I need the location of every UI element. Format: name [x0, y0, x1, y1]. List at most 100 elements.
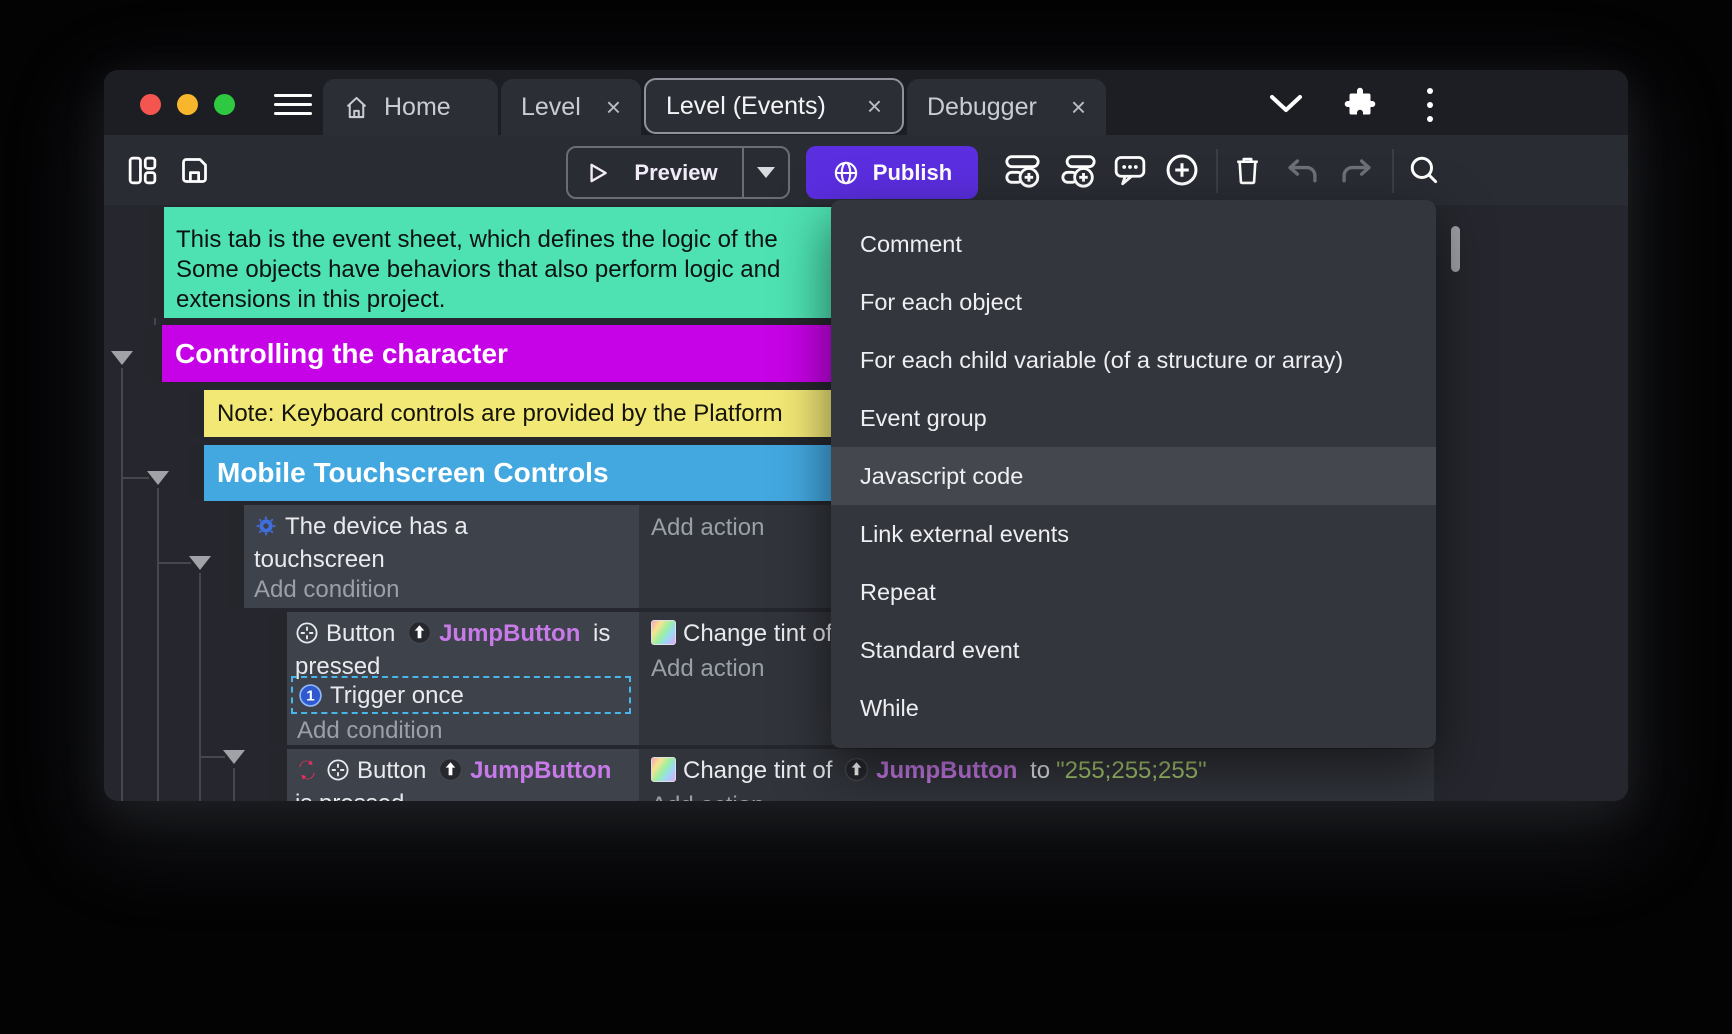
tree-line — [199, 573, 201, 801]
search-icon[interactable] — [1407, 153, 1441, 187]
action-label: Change tint of — [683, 757, 832, 784]
close-icon[interactable]: × — [606, 94, 621, 120]
group-title: Controlling the character — [175, 338, 508, 370]
context-menu: Comment For each object For each child v… — [831, 200, 1436, 748]
tree-line — [157, 562, 191, 564]
menu-item-for-each-child-variable[interactable]: For each child variable (of a structure … — [831, 331, 1436, 389]
condition-cell-jumpbutton-pressed-inverted[interactable]: Button JumpButton is pressed — [287, 749, 639, 801]
add-action-link[interactable]: Add action — [651, 789, 764, 801]
jumpbutton-sprite-icon — [844, 757, 869, 782]
addons-puzzle-icon[interactable] — [1342, 86, 1378, 122]
object-name: JumpButton — [439, 620, 580, 647]
gamepad-icon — [326, 758, 350, 782]
object-name: JumpButton — [470, 757, 611, 784]
delete-trash-icon[interactable] — [1231, 153, 1264, 187]
tab-label: Level (Events) — [666, 92, 826, 121]
traffic-minimize-button[interactable] — [177, 94, 198, 115]
redo-icon[interactable] — [1339, 155, 1374, 186]
home-icon — [343, 94, 370, 121]
tab-label: Debugger — [927, 93, 1037, 122]
vertical-scrollbar[interactable] — [1451, 226, 1460, 272]
preview-button[interactable]: Preview — [566, 146, 790, 199]
globe-icon — [832, 159, 860, 187]
publish-label: Publish — [873, 160, 952, 186]
add-action-link[interactable]: Add action — [651, 511, 764, 544]
app-window: Home Level × Level (Events) × Debugger ×… — [104, 70, 1628, 801]
menu-item-while[interactable]: While — [831, 679, 1436, 737]
add-subevent-icon[interactable] — [1060, 151, 1097, 188]
divider — [1216, 149, 1218, 193]
play-icon — [584, 160, 610, 186]
block-handle[interactable] — [228, 505, 244, 608]
collapse-arrow-icon[interactable] — [189, 556, 211, 570]
save-icon[interactable] — [178, 154, 211, 187]
add-comment-icon[interactable] — [1112, 152, 1148, 188]
action-cell[interactable]: Change tint of JumpButton to"255;255;255… — [639, 749, 1434, 801]
block-handle[interactable] — [187, 445, 203, 501]
caret-down-icon — [757, 167, 775, 178]
collapse-arrow-icon[interactable] — [147, 471, 169, 485]
condition-text[interactable]: Button JumpButton is pressed — [295, 617, 627, 683]
condition-cell-touchscreen[interactable]: The device has a touchscreen Add conditi… — [244, 505, 639, 608]
chevron-down-icon[interactable] — [1268, 93, 1304, 115]
add-action-link[interactable]: Add action — [651, 652, 764, 685]
main-menu-icon[interactable] — [274, 94, 312, 118]
condition-label: is pressed — [295, 790, 404, 801]
object-name: JumpButton — [876, 757, 1017, 784]
tree-line — [157, 488, 159, 801]
svg-text:1: 1 — [306, 687, 314, 704]
group-title: Mobile Touchscreen Controls — [217, 457, 609, 489]
menu-item-event-group[interactable]: Event group — [831, 389, 1436, 447]
traffic-zoom-button[interactable] — [214, 94, 235, 115]
condition-label: Trigger once — [330, 679, 464, 712]
block-handle[interactable] — [270, 749, 286, 801]
action-text[interactable]: Change tint of — [651, 617, 832, 650]
publish-button[interactable]: Publish — [806, 146, 978, 199]
condition-label: The device has a touchscreen — [254, 513, 468, 573]
jumpbutton-sprite-icon — [438, 757, 463, 782]
platform-info-gear-icon — [254, 514, 278, 538]
block-handle[interactable] — [270, 612, 286, 745]
add-icon[interactable] — [1164, 152, 1200, 188]
tab-level[interactable]: Level × — [501, 79, 641, 135]
menu-item-link-external-events[interactable]: Link external events — [831, 505, 1436, 563]
traffic-close-button[interactable] — [140, 94, 161, 115]
kebab-menu-icon[interactable] — [1427, 88, 1433, 122]
event-sheet: This tab is the event sheet, which defin… — [104, 205, 1628, 801]
condition-text[interactable]: Button JumpButton is pressed — [295, 754, 627, 801]
preview-dropdown-button[interactable] — [744, 148, 788, 197]
menu-item-standard-event[interactable]: Standard event — [831, 621, 1436, 679]
tab-level-events[interactable]: Level (Events) × — [644, 78, 904, 134]
selected-condition-trigger-once[interactable]: 1 Trigger once — [291, 676, 631, 714]
close-icon[interactable]: × — [867, 93, 882, 119]
tree-line — [121, 477, 149, 479]
block-handle[interactable] — [147, 207, 163, 318]
close-icon[interactable]: × — [1071, 94, 1086, 120]
trigger-once-icon: 1 — [298, 683, 323, 708]
menu-item-comment[interactable]: Comment — [831, 215, 1436, 273]
tab-label: Level — [521, 93, 581, 122]
add-condition-link[interactable]: Add condition — [254, 573, 399, 606]
block-handle[interactable] — [187, 390, 203, 437]
collapse-arrow-icon[interactable] — [111, 351, 133, 365]
condition-label: Button — [326, 620, 395, 647]
block-handle[interactable] — [145, 325, 161, 382]
menu-item-repeat[interactable]: Repeat — [831, 563, 1436, 621]
tab-debugger[interactable]: Debugger × — [907, 79, 1106, 135]
tree-line — [199, 756, 225, 758]
titlebar: Home Level × Level (Events) × Debugger × — [104, 70, 1628, 135]
layout-panels-icon[interactable] — [126, 154, 159, 187]
add-condition-link[interactable]: Add condition — [297, 714, 442, 747]
menu-item-for-each-object[interactable]: For each object — [831, 273, 1436, 331]
condition-cell-jumpbutton-pressed[interactable]: Button JumpButton is pressed 1 Trigger o… — [287, 612, 639, 745]
add-event-icon[interactable] — [1004, 151, 1041, 188]
action-label: Change tint of — [683, 620, 832, 647]
menu-item-javascript-code[interactable]: Javascript code — [831, 447, 1436, 505]
undo-icon[interactable] — [1285, 155, 1320, 186]
collapse-arrow-icon[interactable] — [223, 750, 245, 764]
condition-text[interactable]: The device has a touchscreen — [254, 510, 589, 576]
condition-label: Button — [357, 757, 426, 784]
action-text[interactable]: Change tint of JumpButton to"255;255;255… — [651, 754, 1207, 787]
divider — [1392, 149, 1394, 193]
tab-home[interactable]: Home — [323, 79, 498, 135]
